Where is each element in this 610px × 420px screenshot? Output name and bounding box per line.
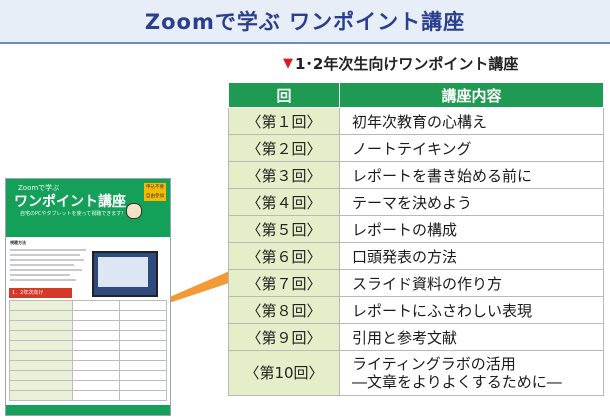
- lecture-number: 〈第２回〉: [228, 134, 340, 162]
- table-row: 〈第６回〉 口頭発表の方法: [228, 242, 604, 270]
- table-row: 〈第４回〉 テーマを決めよう: [228, 188, 604, 216]
- lecture-title: スライド資料の作り方: [339, 269, 604, 297]
- lecture-number: 〈第５回〉: [228, 215, 340, 243]
- table-row: 〈第７回〉 スライド資料の作り方: [228, 269, 604, 297]
- lecture-title: 口頭発表の方法: [339, 242, 604, 270]
- lecture-title: レポートにふさわしい表現: [339, 296, 604, 324]
- flyer-text-line: [10, 274, 70, 276]
- lecture-number: 〈第９回〉: [228, 323, 340, 351]
- flyer-badge: 申込不要 自由参加: [144, 183, 166, 201]
- lecture-title: 引用と参考文献: [339, 323, 604, 351]
- lecture-title-line1: ライティングラボの活用: [352, 355, 516, 373]
- table-row: 〈第２回〉 ノートテイキング: [228, 134, 604, 162]
- page-title: Zoomで学ぶ ワンポイント講座: [144, 10, 466, 34]
- flyer-title: ワンポイント講座: [14, 194, 126, 210]
- laptop-icon: [92, 251, 158, 297]
- lecture-title-line2: ―文章をよりよくするために―: [352, 373, 562, 391]
- lecture-number: 〈第４回〉: [228, 188, 340, 216]
- lecture-number: 〈第10回〉: [228, 350, 340, 396]
- section-subheading: ▼ 1･2年次生向けワンポイント講座: [283, 50, 518, 76]
- lecture-title: ノートテイキング: [339, 134, 604, 162]
- table-row: 〈第９回〉 引用と参考文献: [228, 323, 604, 351]
- lecture-title: 初年次教育の心構え: [339, 107, 604, 135]
- subheading-text: 1･2年次生向けワンポイント講座: [295, 54, 519, 73]
- flyer-mini-table: [9, 300, 167, 401]
- flyer-text-line: [10, 249, 86, 251]
- lecture-title: レポートの構成: [339, 215, 604, 243]
- mascot-icon: [126, 203, 142, 219]
- page-header: Zoomで学ぶ ワンポイント講座: [0, 0, 610, 44]
- lecture-number: 〈第８回〉: [228, 296, 340, 324]
- table-header-row: 回 講座内容: [228, 82, 604, 108]
- table-row: 〈第５回〉 レポートの構成: [228, 215, 604, 243]
- column-header-number: 回: [228, 82, 340, 108]
- lecture-table: 回 講座内容 〈第１回〉 初年次教育の心構え 〈第２回〉 ノートテイキング 〈第３回…: [228, 82, 604, 396]
- lecture-number: 〈第１回〉: [228, 107, 340, 135]
- flyer-text-line: [10, 269, 82, 271]
- lecture-title: テーマを決めよう: [339, 188, 604, 216]
- table-row: 〈第10回〉 ライティングラボの活用 ―文章をよりよくするために―: [228, 350, 604, 396]
- table-row: 〈第８回〉 レポートにふさわしい表現: [228, 296, 604, 324]
- triangle-marker-icon: ▼: [283, 55, 293, 71]
- flyer-text-line: [10, 254, 80, 256]
- flyer-thumbnail: Zoomで学ぶ ワンポイント講座 自宅のPCやタブレットを使って視聴できます！ …: [5, 178, 171, 416]
- lecture-number: 〈第６回〉: [228, 242, 340, 270]
- table-row: 〈第１回〉 初年次教育の心構え: [228, 107, 604, 135]
- flyer-section-label: 視聴方法: [10, 240, 26, 245]
- lecture-title: ライティングラボの活用 ―文章をよりよくするために―: [339, 350, 604, 396]
- flyer-text-line: [10, 259, 84, 261]
- flyer-banner: Zoomで学ぶ ワンポイント講座 自宅のPCやタブレットを使って視聴できます！ …: [6, 179, 170, 237]
- lecture-title: レポートを書き始める前に: [339, 161, 604, 189]
- lecture-number: 〈第３回〉: [228, 161, 340, 189]
- flyer-table-heading: 1．2年次向け: [9, 288, 72, 298]
- flyer-subtitle: 自宅のPCやタブレットを使って視聴できます！: [20, 211, 127, 217]
- flyer-text-line: [10, 264, 74, 266]
- flyer-footer: [6, 405, 170, 415]
- lecture-number: 〈第７回〉: [228, 269, 340, 297]
- flyer-text-line: [10, 279, 76, 281]
- column-header-content: 講座内容: [339, 82, 604, 108]
- table-row: 〈第３回〉 レポートを書き始める前に: [228, 161, 604, 189]
